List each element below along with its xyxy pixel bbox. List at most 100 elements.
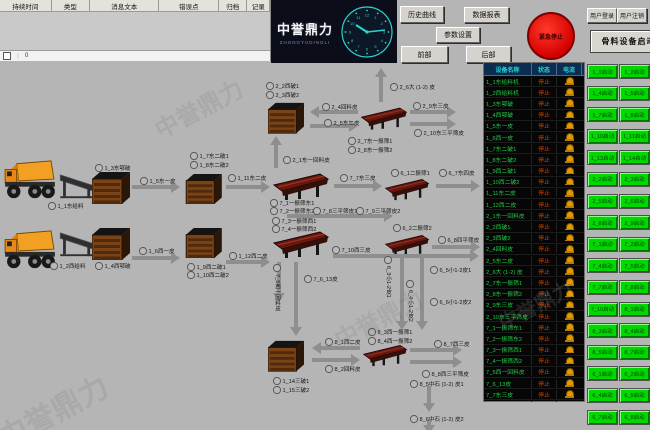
start-button[interactable]: 2_9启动 — [619, 215, 650, 230]
secondary-crusher-west-crusher-icon[interactable] — [185, 228, 223, 258]
start-button[interactable]: 7_8启动 — [619, 280, 650, 295]
info-dot-icon[interactable] — [50, 262, 58, 270]
info-dot-icon[interactable] — [190, 161, 198, 169]
start-button[interactable]: 7_1启动 — [587, 237, 618, 252]
start-button[interactable]: 1_10启动 — [587, 129, 618, 144]
start-button[interactable]: 6_1启动 — [587, 366, 618, 381]
crusher-3-crusher-icon[interactable] — [268, 340, 304, 372]
start-button[interactable]: 1_11启动 — [619, 129, 650, 144]
info-dot-icon[interactable] — [272, 217, 280, 225]
screen-6-upper-screen-icon[interactable] — [384, 176, 430, 202]
info-dot-icon[interactable] — [390, 83, 398, 91]
start-button[interactable]: 2_8启动 — [587, 215, 618, 230]
start-button[interactable]: 2_5启动 — [587, 194, 618, 209]
aggregate-start-button[interactable]: 骨料设备启动 — [590, 30, 650, 53]
info-dot-icon[interactable] — [348, 146, 356, 154]
device-row[interactable]: 2_6大 (1-2) 皮停止 — [484, 266, 584, 277]
start-button[interactable]: 6_5启动 — [619, 388, 650, 403]
info-dot-icon[interactable] — [304, 275, 312, 283]
device-row[interactable]: 7_4一振筛西2停止 — [484, 356, 584, 367]
info-dot-icon[interactable] — [325, 338, 333, 346]
info-dot-icon[interactable] — [190, 152, 198, 160]
start-button[interactable]: 7_4启动 — [587, 258, 618, 273]
device-row[interactable]: 7_5西一回料皮停止 — [484, 367, 584, 378]
start-button[interactable]: 1_7启动 — [587, 107, 618, 122]
info-dot-icon[interactable] — [439, 169, 447, 177]
info-dot-icon[interactable] — [410, 380, 418, 388]
device-row[interactable]: 1_9西二破1停止 — [484, 166, 584, 177]
start-button[interactable]: 1_5启动 — [619, 86, 650, 101]
start-button[interactable]: 7_2启动 — [619, 237, 650, 252]
start-button[interactable]: 8_7启动 — [619, 345, 650, 360]
info-dot-icon[interactable] — [325, 365, 333, 373]
start-button[interactable]: 2_3启动 — [619, 172, 650, 187]
info-dot-icon[interactable] — [187, 263, 195, 271]
jaw-crusher-west-crusher-icon[interactable] — [92, 228, 130, 260]
info-dot-icon[interactable] — [283, 156, 291, 164]
start-button[interactable]: 8_4启动 — [619, 323, 650, 338]
device-row[interactable]: 2_1东一回料皮停止 — [484, 210, 584, 221]
info-dot-icon[interactable] — [430, 266, 438, 274]
info-dot-icon[interactable] — [266, 91, 274, 99]
device-row[interactable]: 1_8东二破2停止 — [484, 154, 584, 165]
info-dot-icon[interactable] — [272, 225, 280, 233]
start-button[interactable]: 2_6启动 — [619, 194, 650, 209]
start-button[interactable]: 6_7启动 — [587, 410, 618, 425]
device-row[interactable]: 2_7东一振筛1停止 — [484, 277, 584, 288]
device-row[interactable]: 1_7东二破1停止 — [484, 143, 584, 154]
device-row[interactable]: 1_10西二破2停止 — [484, 177, 584, 188]
front-section-button[interactable]: 前部 — [401, 46, 448, 63]
param-settings-button[interactable]: 参数设置 — [436, 27, 480, 43]
screen-2-screen-icon[interactable] — [360, 104, 408, 132]
rear-section-button[interactable]: 后部 — [466, 46, 511, 63]
start-button[interactable]: 6_2启动 — [619, 366, 650, 381]
info-dot-icon[interactable] — [430, 298, 438, 306]
info-dot-icon[interactable] — [340, 174, 348, 182]
data-report-button[interactable]: 数据报表 — [464, 7, 509, 23]
device-row[interactable]: 1_3东鄂破停止 — [484, 98, 584, 109]
device-row[interactable]: 1_1东给料机停止 — [484, 76, 584, 87]
info-dot-icon[interactable] — [410, 415, 418, 423]
info-dot-icon[interactable] — [187, 271, 195, 279]
device-row[interactable]: 2_9东三皮停止 — [484, 300, 584, 311]
device-row[interactable]: 7_2一振筛东2停止 — [484, 333, 584, 344]
device-row[interactable]: 1_4西鄂破停止 — [484, 110, 584, 121]
info-dot-icon[interactable] — [139, 247, 147, 255]
start-button[interactable]: 1_2启动 — [619, 64, 650, 79]
screen-east-1-screen-icon[interactable] — [272, 172, 330, 200]
info-dot-icon[interactable] — [434, 340, 442, 348]
alarm-table-body[interactable] — [0, 12, 270, 51]
device-row[interactable]: 1_5东一皮停止 — [484, 121, 584, 132]
start-button[interactable]: 7_10启动 — [587, 302, 618, 317]
device-row[interactable]: 2_5东二皮停止 — [484, 255, 584, 266]
device-row[interactable]: 1_6西一皮停止 — [484, 132, 584, 143]
start-button[interactable]: 7_7启动 — [587, 280, 618, 295]
info-dot-icon[interactable] — [393, 224, 401, 232]
user-logout-button[interactable]: 用户注销 — [617, 8, 647, 23]
info-dot-icon[interactable] — [48, 202, 56, 210]
info-dot-icon[interactable] — [313, 207, 321, 215]
info-dot-icon[interactable] — [348, 137, 356, 145]
dump-truck-east-truck-icon[interactable] — [3, 158, 57, 202]
history-curve-button[interactable]: 历史曲线 — [400, 6, 444, 23]
info-dot-icon[interactable] — [270, 199, 278, 207]
info-dot-icon[interactable] — [391, 169, 399, 177]
info-dot-icon[interactable] — [229, 252, 237, 260]
info-dot-icon[interactable] — [368, 328, 376, 336]
dump-truck-west-truck-icon[interactable] — [3, 228, 57, 272]
screen-west-1-screen-icon[interactable] — [272, 230, 330, 258]
start-button[interactable]: 7_5启动 — [619, 258, 650, 273]
info-dot-icon[interactable] — [140, 177, 148, 185]
info-dot-icon[interactable] — [228, 174, 236, 182]
start-button[interactable]: 1_4启动 — [587, 86, 618, 101]
info-dot-icon[interactable] — [406, 280, 414, 288]
device-row[interactable]: 2_3西破2停止 — [484, 233, 584, 244]
info-dot-icon[interactable] — [324, 119, 332, 127]
info-dot-icon[interactable] — [332, 246, 340, 254]
emergency-stop-button[interactable]: 紧急停止 — [527, 12, 575, 60]
start-button[interactable]: 8_5启动 — [587, 345, 618, 360]
device-row[interactable]: 2_2西破1停止 — [484, 221, 584, 232]
info-dot-icon[interactable] — [273, 386, 281, 394]
info-dot-icon[interactable] — [356, 207, 364, 215]
info-dot-icon[interactable] — [438, 236, 446, 244]
